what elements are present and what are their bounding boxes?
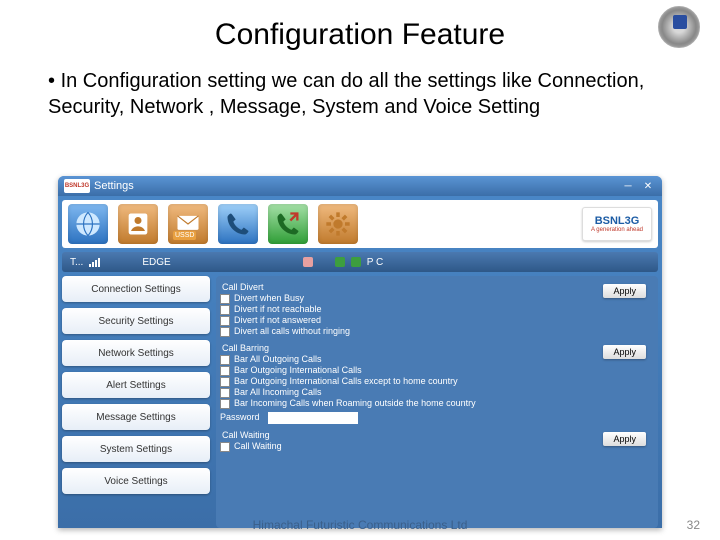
sidebar-item-system[interactable]: System Settings — [62, 436, 210, 462]
call-waiting-title: Call Waiting — [222, 430, 654, 440]
down-indicator-icon — [351, 257, 361, 267]
opt-divert-busy: Divert when Busy — [234, 294, 304, 304]
signal-bars-icon — [89, 257, 100, 267]
password-input[interactable] — [268, 412, 358, 424]
brand-small-logo: BSNL3G — [64, 179, 90, 193]
brand-large-logo: BSNL3G A generation ahead — [582, 207, 652, 241]
content-area: Connection Settings Security Settings Ne… — [62, 276, 658, 528]
checkbox-divert-busy[interactable] — [220, 294, 230, 304]
slide-bullet: In Configuration setting we can do all t… — [0, 52, 720, 132]
slide-title: Configuration Feature — [0, 0, 720, 52]
main-toolbar: USSD BSNL3G A generation ahead — [62, 200, 658, 248]
call-divert-section: Call Divert Divert when Busy Divert if n… — [220, 282, 654, 337]
opt-bar-out-all: Bar All Outgoing Calls — [234, 355, 322, 365]
password-label: Password — [220, 413, 260, 423]
opt-divert-all: Divert all calls without ringing — [234, 327, 350, 337]
opt-call-waiting: Call Waiting — [234, 442, 282, 452]
apply-barring-button[interactable]: Apply — [603, 345, 646, 359]
modem-indicator-icon — [303, 257, 313, 267]
opt-bar-in-all: Bar All Incoming Calls — [234, 388, 322, 398]
brand-large-title: BSNL3G — [595, 215, 640, 227]
call-barring-title: Call Barring — [222, 343, 654, 353]
call-barring-section: Call Barring Bar All Outgoing Calls Bar … — [220, 343, 654, 424]
call-waiting-section: Call Waiting Call Waiting Apply — [220, 430, 654, 452]
close-button[interactable]: ✕ — [640, 179, 656, 193]
checkbox-divert-unreachable[interactable] — [220, 305, 230, 315]
sidebar-item-voice[interactable]: Voice Settings — [62, 468, 210, 494]
settings-icon[interactable] — [318, 204, 358, 244]
voice-settings-panel: Call Divert Divert when Busy Divert if n… — [216, 276, 658, 528]
corner-logo — [658, 6, 700, 48]
up-indicator-icon — [335, 257, 345, 267]
apply-waiting-button[interactable]: Apply — [603, 432, 646, 446]
network-type: EDGE — [142, 257, 170, 268]
titlebar-brand: BSNL3G Settings — [64, 179, 134, 193]
sidebar-item-connection[interactable]: Connection Settings — [62, 276, 210, 302]
window-titlebar: BSNL3G Settings ─ ✕ — [58, 176, 662, 196]
checkbox-bar-out-intl-except[interactable] — [220, 377, 230, 387]
window-title: Settings — [94, 180, 134, 192]
phone-icon[interactable] — [218, 204, 258, 244]
settings-window: BSNL3G Settings ─ ✕ USSD BSNL3G A gener — [58, 176, 662, 528]
status-bar: T... EDGE P C — [62, 252, 658, 272]
sidebar-item-network[interactable]: Network Settings — [62, 340, 210, 366]
globe-icon[interactable] — [68, 204, 108, 244]
message-icon[interactable]: USSD — [168, 204, 208, 244]
brand-large-subtitle: A generation ahead — [591, 227, 643, 233]
calls-icon[interactable] — [268, 204, 308, 244]
footer-company: Himachal Futuristic Communications Ltd — [0, 518, 720, 532]
call-divert-title: Call Divert — [222, 282, 654, 292]
signal-label: T... — [70, 257, 83, 268]
opt-bar-in-roaming: Bar Incoming Calls when Roaming outside … — [234, 399, 476, 409]
page-number: 32 — [687, 518, 700, 532]
pc-label: P C — [367, 257, 384, 268]
sidebar-item-message[interactable]: Message Settings — [62, 404, 210, 430]
checkbox-divert-all[interactable] — [220, 327, 230, 337]
checkbox-bar-out-intl[interactable] — [220, 366, 230, 376]
opt-bar-out-intl-except: Bar Outgoing International Calls except … — [234, 377, 458, 387]
opt-divert-noanswer: Divert if not answered — [234, 316, 321, 326]
checkbox-call-waiting[interactable] — [220, 442, 230, 452]
minimize-button[interactable]: ─ — [620, 179, 636, 193]
checkbox-bar-out-all[interactable] — [220, 355, 230, 365]
opt-divert-unreachable: Divert if not reachable — [234, 305, 322, 315]
checkbox-bar-in-roaming[interactable] — [220, 399, 230, 409]
apply-divert-button[interactable]: Apply — [603, 284, 646, 298]
checkbox-divert-noanswer[interactable] — [220, 316, 230, 326]
checkbox-bar-in-all[interactable] — [220, 388, 230, 398]
ussd-badge: USSD — [173, 231, 196, 240]
sidebar-item-security[interactable]: Security Settings — [62, 308, 210, 334]
phonebook-icon[interactable] — [118, 204, 158, 244]
opt-bar-out-intl: Bar Outgoing International Calls — [234, 366, 362, 376]
sidebar-item-alert[interactable]: Alert Settings — [62, 372, 210, 398]
sidebar: Connection Settings Security Settings Ne… — [62, 276, 210, 528]
